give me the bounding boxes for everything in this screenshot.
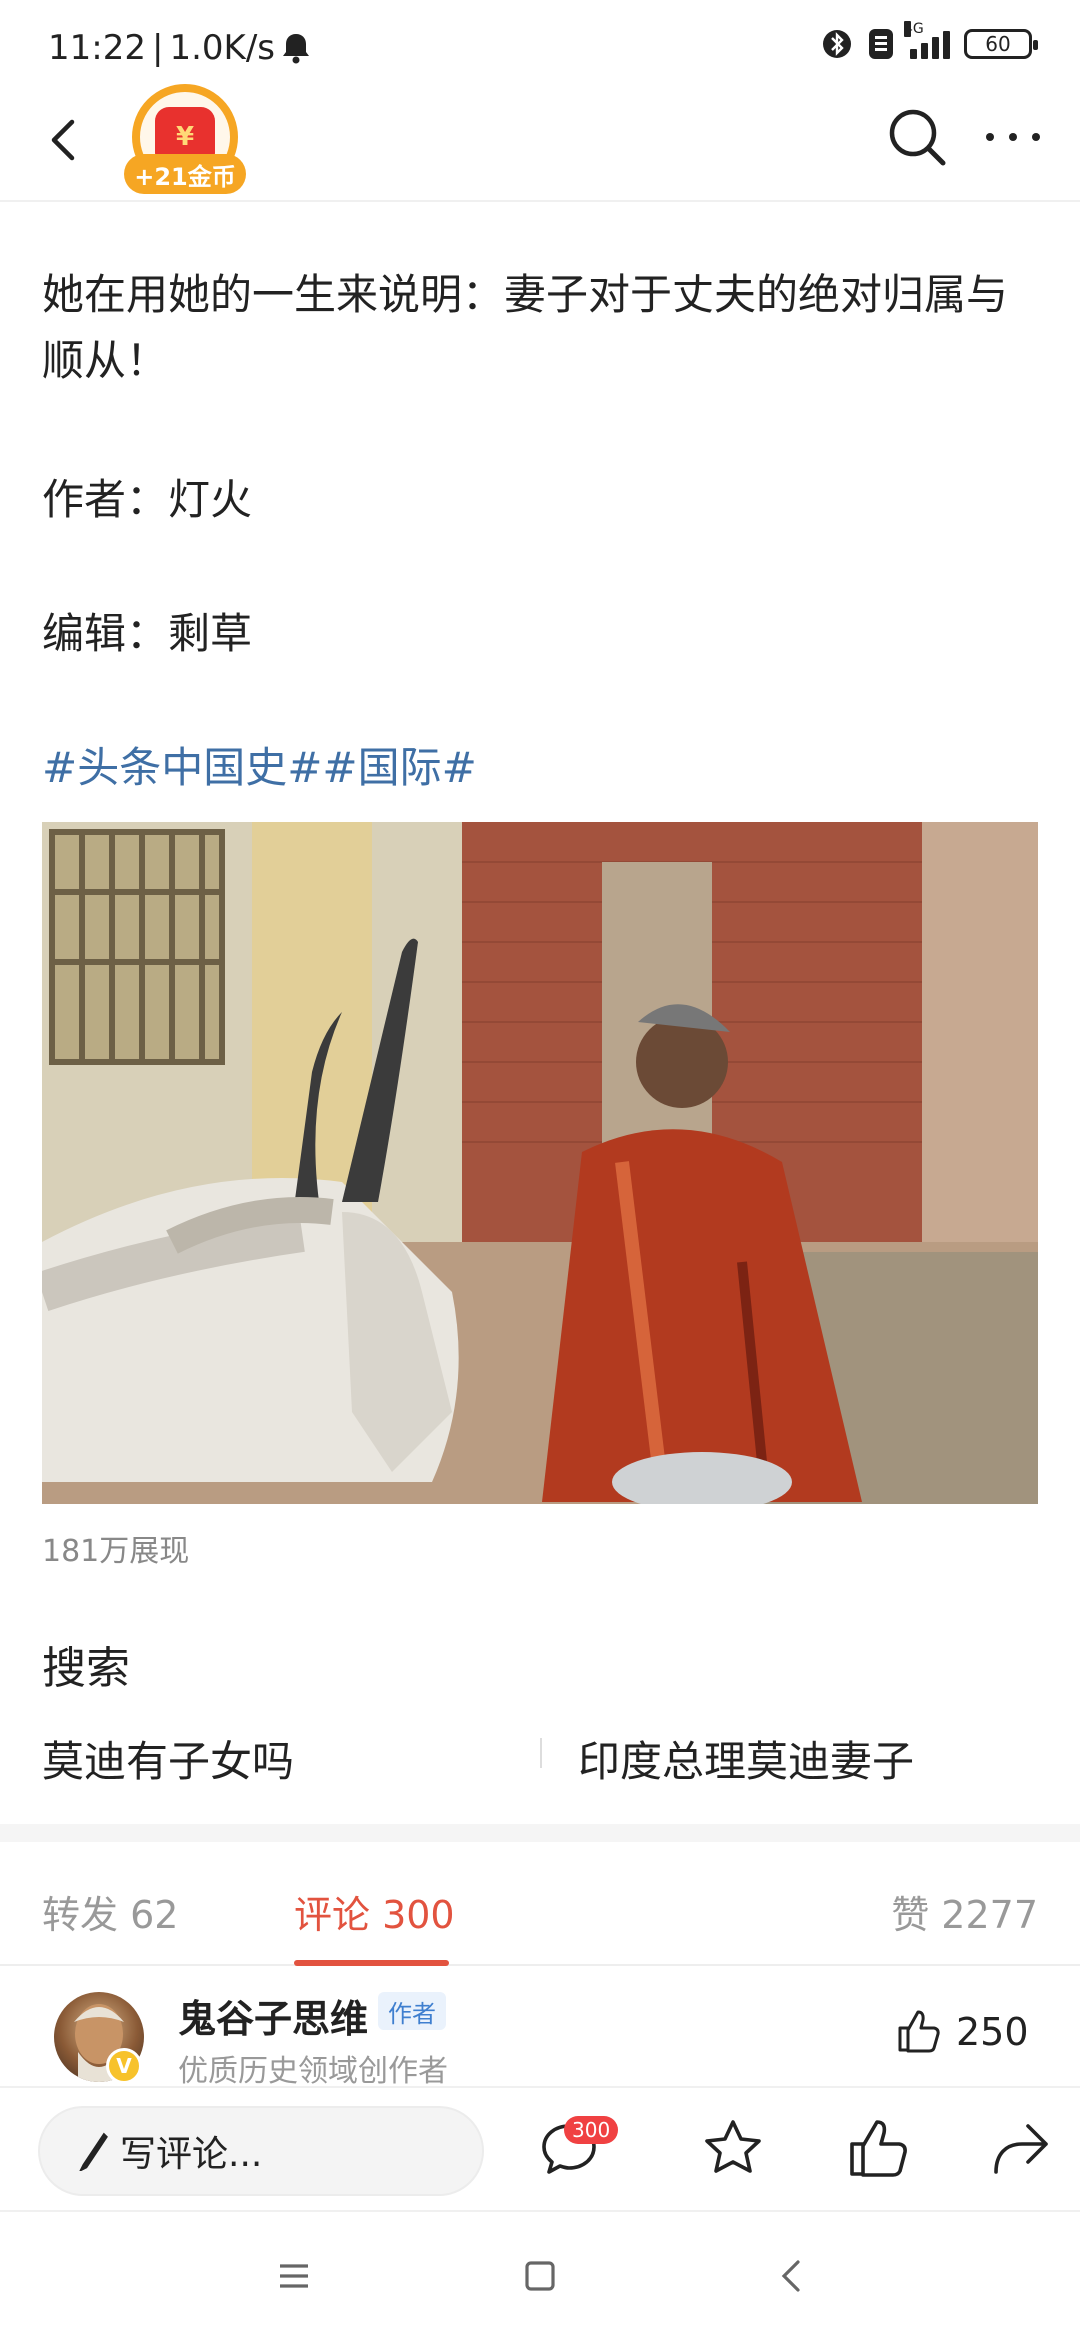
search-icon (889, 109, 946, 166)
divider (540, 1738, 542, 1768)
chevron-left-icon (781, 2260, 800, 2292)
author-badge: 作者 (378, 1992, 446, 2030)
system-nav-bar (0, 2210, 1080, 2340)
more-dot-icon (986, 133, 994, 141)
thumbs-up-icon[interactable] (896, 2008, 942, 2054)
tab-forward[interactable]: 转发 62 (42, 1884, 178, 1939)
view-count: 181万展现 (42, 1534, 190, 1569)
app-header: ¥ +21金币 (0, 84, 1080, 202)
more-button[interactable] (978, 104, 1048, 170)
status-speed: 1.0K/s (169, 28, 275, 68)
status-bar: 11:22 | 1.0K/s 4G 60 (0, 0, 1080, 90)
favorite-button[interactable] (700, 2116, 766, 2182)
thumbs-up-icon (850, 2120, 907, 2177)
commenter-name[interactable]: 鬼谷子思维 (178, 1988, 368, 2043)
search-section-title: 搜索 (42, 1643, 130, 1694)
signal-icon: 4G (904, 21, 950, 59)
menu-icon (280, 2264, 308, 2288)
comment-count-badge: 300 (564, 2116, 619, 2144)
article-author: 作者：灯火 (42, 475, 253, 524)
share-arrow-icon (994, 2124, 1048, 2174)
search-suggestion[interactable]: 印度总理莫迪妻子 (578, 1728, 914, 1789)
bottom-toolbar: 写评论... 300 (0, 2086, 1080, 2210)
photo-illustration (42, 822, 1038, 1504)
coin-reward-badge[interactable]: ¥ +21金币 (124, 84, 246, 208)
article-text: 她在用她的一生来说明：妻子对于丈夫的绝对归属与顺从！ (42, 270, 1009, 385)
recent-apps-button[interactable] (274, 2256, 314, 2296)
status-separator: | (151, 28, 164, 68)
comment-item[interactable]: V 鬼谷子思维 作者 优质历史领域创作者 250 (0, 1966, 1080, 2089)
comment-like-count: 250 (956, 2010, 1029, 2054)
tab-likes[interactable]: 赞 2277 (891, 1884, 1038, 1939)
share-button[interactable] (988, 2116, 1054, 2182)
back-button[interactable] (34, 110, 94, 170)
status-right: 4G 60 (822, 21, 1038, 62)
section-divider (0, 1824, 1080, 1842)
interaction-tabs: 转发 62 评论 300 赞 2277 (0, 1842, 1080, 1966)
square-icon (525, 2261, 555, 2291)
comment-input-placeholder: 写评论... (120, 2134, 263, 2175)
comment-input[interactable]: 写评论... (38, 2106, 484, 2196)
search-button[interactable] (884, 104, 950, 170)
back-arrow-icon (51, 119, 75, 161)
search-suggestion[interactable]: 莫迪有子女吗 (42, 1728, 294, 1789)
star-icon (705, 2120, 761, 2173)
bell-icon (281, 32, 311, 64)
status-time: 11:22 (48, 28, 146, 68)
status-left: 11:22 | 1.0K/s (48, 28, 311, 68)
hashtag-links[interactable]: #头条中国史##国际# (42, 734, 477, 795)
battery-icon: 60 (964, 29, 1038, 59)
home-button[interactable] (520, 2256, 560, 2296)
verified-icon: V (106, 2048, 142, 2084)
article-editor: 编辑：剩草 (42, 609, 253, 658)
sim-icon (866, 26, 896, 62)
network-type: 4G (904, 21, 924, 37)
more-dot-icon (1032, 133, 1040, 141)
system-back-button[interactable] (772, 2256, 812, 2296)
tab-comments[interactable]: 评论 300 (294, 1884, 455, 1939)
more-dot-icon (1009, 133, 1017, 141)
coin-reward-label: +21金币 (124, 154, 246, 194)
coin-symbol: ¥ (175, 122, 195, 152)
bluetooth-icon (822, 26, 852, 62)
like-button[interactable] (846, 2116, 912, 2182)
commenter-description: 优质历史领域创作者 (178, 2054, 448, 2089)
battery-level: 60 (985, 32, 1011, 56)
pen-icon (79, 2132, 108, 2171)
article-photo[interactable] (42, 822, 1038, 1504)
